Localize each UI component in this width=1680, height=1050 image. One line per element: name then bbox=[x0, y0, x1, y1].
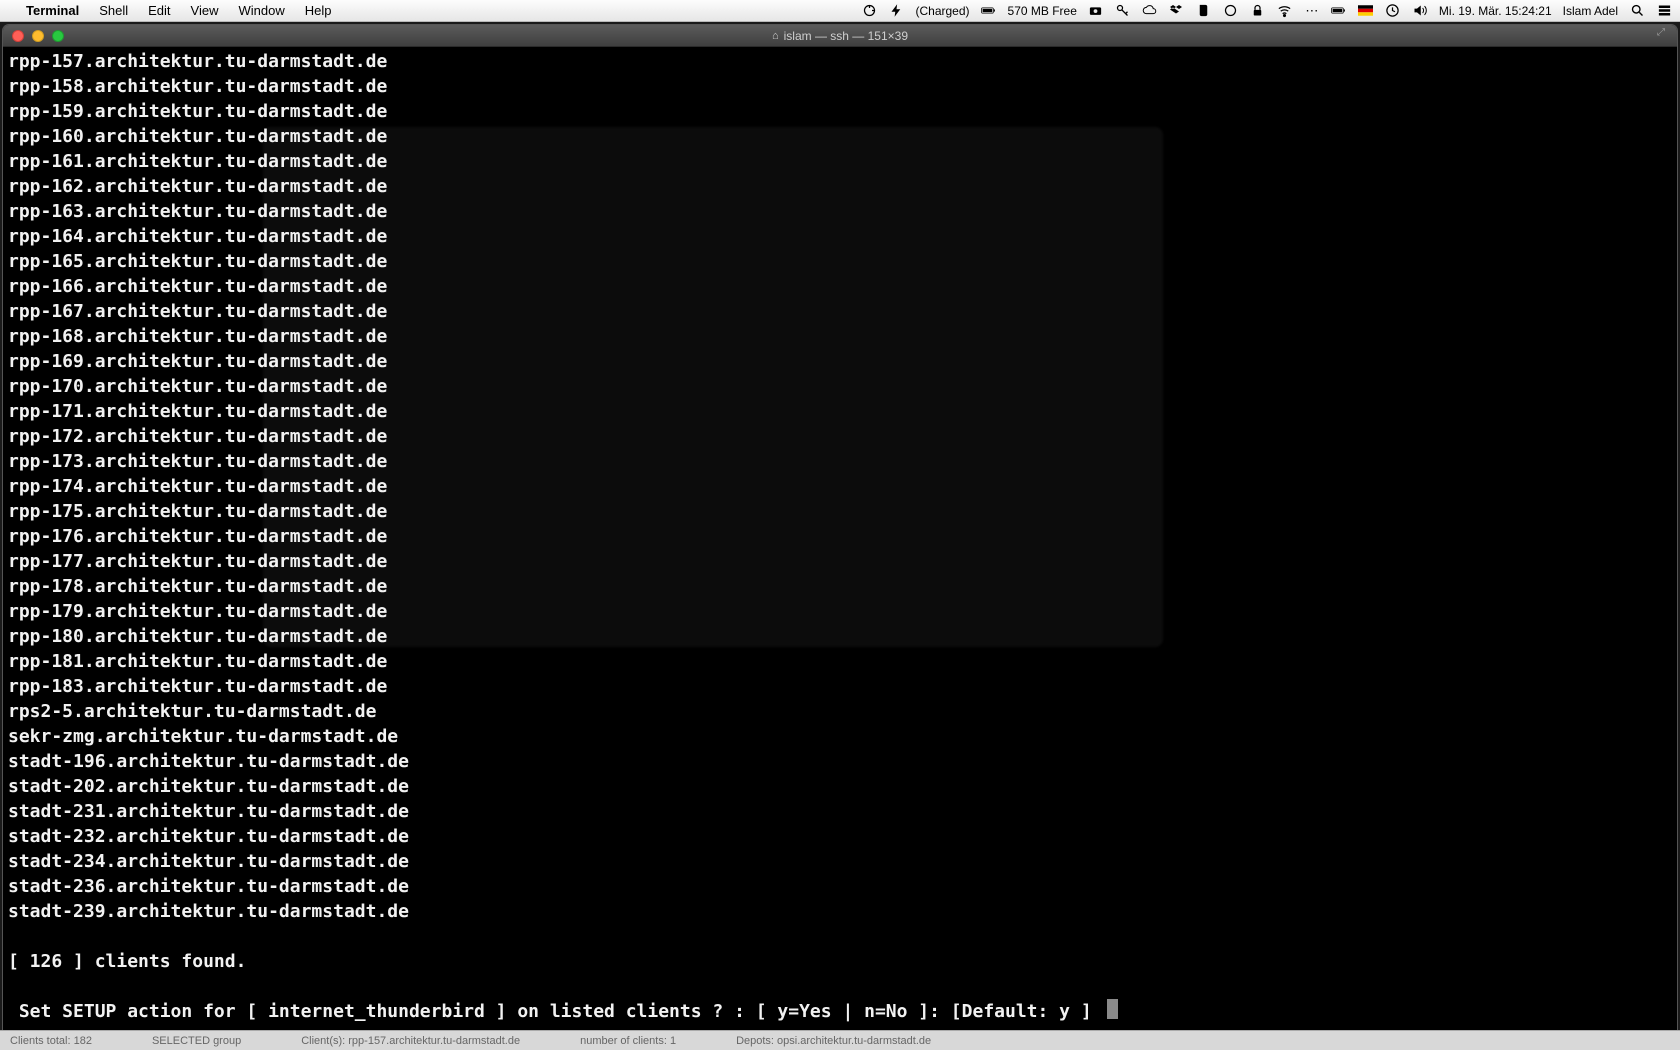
terminal-output-line: rpp-173.architektur.tu-darmstadt.de bbox=[8, 449, 1672, 474]
depots: Depots: opsi.architektur.tu-darmstadt.de bbox=[736, 1035, 931, 1047]
terminal-output-line: sekr-zmg.architektur.tu-darmstadt.de bbox=[8, 724, 1672, 749]
terminal-output-line: stadt-234.architektur.tu-darmstadt.de bbox=[8, 849, 1672, 874]
terminal-output-line: rpp-157.architektur.tu-darmstadt.de bbox=[8, 49, 1672, 74]
circle-icon[interactable] bbox=[1223, 3, 1239, 19]
terminal-output-line: rpp-163.architektur.tu-darmstadt.de bbox=[8, 199, 1672, 224]
terminal-output-line: rpp-167.architektur.tu-darmstadt.de bbox=[8, 299, 1672, 324]
clock-text[interactable]: Mi. 19. Mär. 15:24:21 bbox=[1439, 4, 1552, 18]
volume-icon[interactable] bbox=[1412, 3, 1428, 19]
menubar-shell[interactable]: Shell bbox=[89, 0, 138, 21]
terminal-output-line: rpp-177.architektur.tu-darmstadt.de bbox=[8, 549, 1672, 574]
menubar-help[interactable]: Help bbox=[295, 0, 342, 21]
clients-total: Clients total: 182 bbox=[10, 1035, 92, 1047]
terminal-output-line: rpp-170.architektur.tu-darmstadt.de bbox=[8, 374, 1672, 399]
terminal-output-line: rpp-158.architektur.tu-darmstadt.de bbox=[8, 74, 1672, 99]
lock-icon[interactable] bbox=[1250, 3, 1266, 19]
terminal-blank-line bbox=[8, 974, 1672, 999]
terminal-body[interactable]: rpp-157.architektur.tu-darmstadt.derpp-1… bbox=[3, 47, 1677, 1043]
timemachine-icon[interactable] bbox=[1385, 3, 1401, 19]
menu-extra-icon[interactable]: ⋯ bbox=[1304, 3, 1320, 19]
selected-group: SELECTED group bbox=[152, 1035, 241, 1047]
evernote-icon[interactable] bbox=[1196, 3, 1212, 19]
notification-center-icon[interactable] bbox=[1656, 3, 1672, 19]
wifi-icon[interactable] bbox=[1277, 3, 1293, 19]
terminal-output-line: stadt-232.architektur.tu-darmstadt.de bbox=[8, 824, 1672, 849]
home-icon: ⌂ bbox=[772, 30, 779, 42]
terminal-cursor bbox=[1107, 999, 1118, 1019]
expand-icon[interactable]: ⤢ bbox=[1657, 27, 1673, 43]
terminal-output-line: stadt-239.architektur.tu-darmstadt.de bbox=[8, 899, 1672, 924]
terminal-output-line: rpp-162.architektur.tu-darmstadt.de bbox=[8, 174, 1672, 199]
terminal-output-line: stadt-196.architektur.tu-darmstadt.de bbox=[8, 749, 1672, 774]
terminal-output-line: rpp-181.architektur.tu-darmstadt.de bbox=[8, 649, 1672, 674]
user-name[interactable]: Islam Adel bbox=[1563, 4, 1618, 18]
terminal-output-line: stadt-236.architektur.tu-darmstadt.de bbox=[8, 874, 1672, 899]
terminal-output-line: rpp-169.architektur.tu-darmstadt.de bbox=[8, 349, 1672, 374]
terminal-output-line: rpp-183.architektur.tu-darmstadt.de bbox=[8, 674, 1672, 699]
terminal-output-line: rpp-168.architektur.tu-darmstadt.de bbox=[8, 324, 1672, 349]
battery-icon[interactable] bbox=[981, 3, 997, 19]
spotlight-icon[interactable] bbox=[1629, 3, 1645, 19]
battery-menu-icon[interactable] bbox=[1331, 3, 1347, 19]
memory-free-text: 570 MB Free bbox=[1008, 4, 1077, 18]
menubar-app[interactable]: Terminal bbox=[16, 0, 89, 21]
titlebar[interactable]: ⌂ islam — ssh — 151×39 ⤢ bbox=[3, 25, 1677, 47]
terminal-output-line: rpp-166.architektur.tu-darmstadt.de bbox=[8, 274, 1672, 299]
terminal-output-line: rpp-176.architektur.tu-darmstadt.de bbox=[8, 524, 1672, 549]
terminal-output-line: rpp-174.architektur.tu-darmstadt.de bbox=[8, 474, 1672, 499]
terminal-output-line: rpp-171.architektur.tu-darmstadt.de bbox=[8, 399, 1672, 424]
terminal-output-line: rpp-178.architektur.tu-darmstadt.de bbox=[8, 574, 1672, 599]
client-name: Client(s): rpp-157.architektur.tu-darmst… bbox=[301, 1035, 520, 1047]
terminal-output-line: rpp-179.architektur.tu-darmstadt.de bbox=[8, 599, 1672, 624]
sync-icon[interactable] bbox=[862, 3, 878, 19]
window-title: islam — ssh — 151×39 bbox=[784, 29, 908, 43]
terminal-output-line: rpp-175.architektur.tu-darmstadt.de bbox=[8, 499, 1672, 524]
menubar-view[interactable]: View bbox=[181, 0, 229, 21]
terminal-output-line: rps2-5.architektur.tu-darmstadt.de bbox=[8, 699, 1672, 724]
terminal-blank-line bbox=[8, 924, 1672, 949]
terminal-prompt-line[interactable]: Set SETUP action for [ internet_thunderb… bbox=[8, 999, 1672, 1024]
terminal-output-line: rpp-161.architektur.tu-darmstadt.de bbox=[8, 149, 1672, 174]
dropbox-icon[interactable] bbox=[1169, 3, 1185, 19]
terminal-output-line: rpp-160.architektur.tu-darmstadt.de bbox=[8, 124, 1672, 149]
terminal-window: ⌂ islam — ssh — 151×39 ⤢ rpp-157.archite… bbox=[3, 25, 1677, 1043]
keychain-icon[interactable] bbox=[1115, 3, 1131, 19]
terminal-output-line: stadt-202.architektur.tu-darmstadt.de bbox=[8, 774, 1672, 799]
terminal-output-line: stadt-231.architektur.tu-darmstadt.de bbox=[8, 799, 1672, 824]
background-statusbar: Clients total: 182 SELECTED group Client… bbox=[0, 1030, 1680, 1050]
battery-status-text: (Charged) bbox=[916, 4, 970, 18]
menubar-edit[interactable]: Edit bbox=[138, 0, 180, 21]
terminal-output-line: rpp-172.architektur.tu-darmstadt.de bbox=[8, 424, 1672, 449]
num-clients: number of clients: 1 bbox=[580, 1035, 676, 1047]
flag-icon[interactable] bbox=[1358, 3, 1374, 19]
terminal-output-line: rpp-165.architektur.tu-darmstadt.de bbox=[8, 249, 1672, 274]
menubar: Terminal Shell Edit View Window Help (Ch… bbox=[0, 0, 1680, 22]
menubar-window[interactable]: Window bbox=[229, 0, 295, 21]
cloud-icon[interactable] bbox=[1142, 3, 1158, 19]
terminal-output-line: rpp-164.architektur.tu-darmstadt.de bbox=[8, 224, 1672, 249]
camera-icon[interactable] bbox=[1088, 3, 1104, 19]
power-icon[interactable] bbox=[889, 3, 905, 19]
terminal-output-line: rpp-159.architektur.tu-darmstadt.de bbox=[8, 99, 1672, 124]
terminal-count-line: [ 126 ] clients found. bbox=[8, 949, 1672, 974]
terminal-output-line: rpp-180.architektur.tu-darmstadt.de bbox=[8, 624, 1672, 649]
